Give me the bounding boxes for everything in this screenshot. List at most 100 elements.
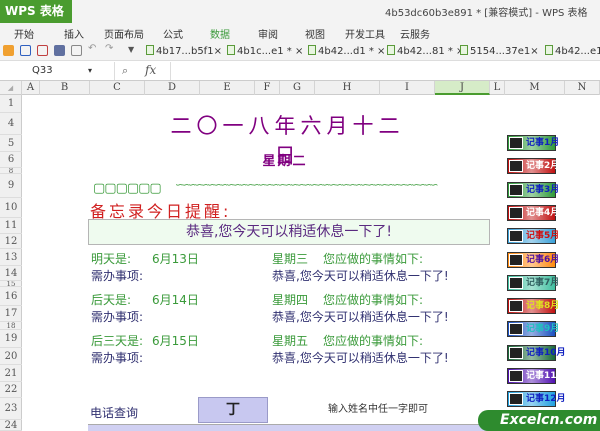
open-icon[interactable]: [3, 45, 14, 56]
row-header[interactable]: 10: [0, 198, 22, 218]
month-memo-button[interactable]: 记事6月: [507, 251, 559, 268]
row-header[interactable]: 13: [0, 249, 22, 266]
column-header[interactable]: D: [145, 81, 200, 95]
row-header[interactable]: 19: [0, 330, 22, 348]
column-header[interactable]: E: [200, 81, 255, 95]
row-header[interactable]: 17: [0, 306, 22, 322]
menu-cloud[interactable]: 云服务: [400, 26, 430, 41]
column-header[interactable]: C: [90, 81, 145, 95]
doc-tab[interactable]: 4b42...d1 * ×: [308, 45, 385, 57]
phone-lookup-hint: 输入姓名中任一字即可: [328, 404, 428, 415]
month-memo-button[interactable]: 记事10月: [507, 344, 566, 361]
row-header[interactable]: 1: [0, 95, 22, 113]
column-header[interactable]: H: [315, 81, 380, 95]
print-preview-icon[interactable]: [71, 45, 82, 56]
row-header[interactable]: 18: [0, 322, 22, 330]
row-header[interactable]: 6: [0, 152, 22, 168]
month-emblem-icon: [509, 160, 523, 173]
doc-tab[interactable]: 4b1c...e1 * ×: [227, 45, 303, 57]
document-icon: [460, 45, 468, 55]
redo-icon[interactable]: ↷: [105, 43, 116, 54]
month-memo-button[interactable]: 记事5月: [507, 228, 559, 245]
day-date: 6月15日: [152, 334, 199, 348]
column-header[interactable]: B: [40, 81, 90, 95]
month-memo-button[interactable]: 记事1月: [507, 135, 559, 151]
name-box[interactable]: Q33 ▾: [0, 62, 115, 80]
document-icon: [545, 45, 553, 55]
column-header[interactable]: F: [255, 81, 280, 95]
menu-insert[interactable]: 插入: [64, 26, 84, 41]
month-memo-button[interactable]: 记事9月: [507, 321, 559, 338]
menu-review[interactable]: 审阅: [258, 26, 278, 41]
watermark-logo: Excelcn.com: [478, 410, 600, 431]
row-header[interactable]: 24: [0, 420, 22, 431]
month-emblem-icon: [509, 323, 523, 336]
app-menu-button[interactable]: WPS 表格: [0, 0, 72, 23]
doc-tab[interactable]: 5154...37e1×: [460, 45, 539, 57]
save-icon[interactable]: [20, 45, 31, 56]
zoom-search-icon[interactable]: ⌕: [122, 64, 128, 78]
column-header[interactable]: L: [490, 81, 505, 95]
todo-text: 恭喜,您今天可以稍适休息一下了!: [272, 310, 449, 324]
day-label: 后天是:: [91, 293, 132, 307]
row-header[interactable]: 21: [0, 365, 22, 382]
row-header[interactable]: 16: [0, 287, 22, 306]
month-emblem-icon: [509, 230, 523, 243]
menu-data[interactable]: 数据: [210, 26, 230, 41]
phone-lookup-label: 电话查询: [90, 406, 139, 420]
todo-label: 需办事项:: [91, 310, 144, 324]
select-all-corner[interactable]: ◢: [0, 81, 22, 95]
dropdown-icon[interactable]: ▼: [128, 45, 139, 56]
column-header[interactable]: N: [565, 81, 600, 95]
menu-page-layout[interactable]: 页面布局: [104, 26, 144, 41]
month-memo-button[interactable]: 记事4月: [507, 204, 559, 221]
column-header[interactable]: G: [280, 81, 315, 95]
month-memo-button[interactable]: 记事11月: [507, 368, 566, 384]
print-icon[interactable]: [54, 45, 65, 56]
menu-formulas[interactable]: 公式: [163, 26, 183, 41]
row-header[interactable]: 5: [0, 135, 22, 152]
row-header[interactable]: 12: [0, 234, 22, 249]
memo-today-cell[interactable]: 恭喜,您今天可以稍适休息一下了!: [88, 219, 490, 245]
column-headers: ◢ A B C D E F G H I J L M N: [0, 81, 600, 95]
doc-tab[interactable]: 4b42...81 * ×: [387, 45, 464, 57]
month-emblem-icon: [509, 276, 523, 289]
undo-icon[interactable]: ↶: [88, 43, 99, 54]
window-title: 4b53dc60b3e891 * [兼容模式] - WPS 表格: [385, 8, 588, 19]
month-memo-button[interactable]: 记事2月: [507, 158, 559, 175]
row-header[interactable]: 23: [0, 398, 22, 420]
menu-developer[interactable]: 开发工具: [345, 26, 385, 41]
month-emblem-icon: [509, 183, 523, 196]
month-emblem-icon: [509, 393, 523, 406]
month-emblem-icon: [509, 137, 523, 149]
column-header-selected[interactable]: J: [435, 81, 490, 95]
doc-tab[interactable]: 4b42...e1: [545, 45, 600, 57]
todo-text: 恭喜,您今天可以稍适休息一下了!: [272, 269, 449, 283]
row-header[interactable]: 14: [0, 266, 22, 281]
month-memo-button[interactable]: 记事7月: [507, 274, 559, 291]
row-header[interactable]: 22: [0, 382, 22, 398]
column-header[interactable]: A: [22, 81, 40, 95]
month-memo-button[interactable]: 记事12月: [507, 391, 566, 408]
menu-home[interactable]: 开始: [14, 26, 34, 41]
month-emblem-icon: [509, 370, 523, 382]
column-header[interactable]: M: [505, 81, 565, 95]
row-header[interactable]: 4: [0, 113, 22, 135]
export-pdf-icon[interactable]: [37, 45, 48, 56]
day-label: 明天是:: [91, 252, 132, 266]
fx-icon[interactable]: fx: [145, 63, 156, 77]
chevron-down-icon[interactable]: ▾: [88, 62, 92, 80]
doc-tab[interactable]: 4b17...b5f1×: [146, 45, 222, 57]
column-header[interactable]: I: [380, 81, 435, 95]
row-header[interactable]: 20: [0, 348, 22, 365]
todo-label: 需办事项:: [91, 269, 144, 283]
document-icon: [308, 45, 316, 55]
phone-lookup-input[interactable]: 丁: [198, 397, 268, 423]
row-header[interactable]: 9: [0, 174, 22, 198]
row-header[interactable]: 11: [0, 218, 22, 234]
menu-view[interactable]: 视图: [305, 26, 325, 41]
month-memo-button[interactable]: 记事8月: [507, 298, 559, 315]
month-memo-button[interactable]: 记事3月: [507, 181, 559, 198]
month-emblem-icon: [509, 206, 523, 219]
formula-input[interactable]: [170, 62, 600, 80]
